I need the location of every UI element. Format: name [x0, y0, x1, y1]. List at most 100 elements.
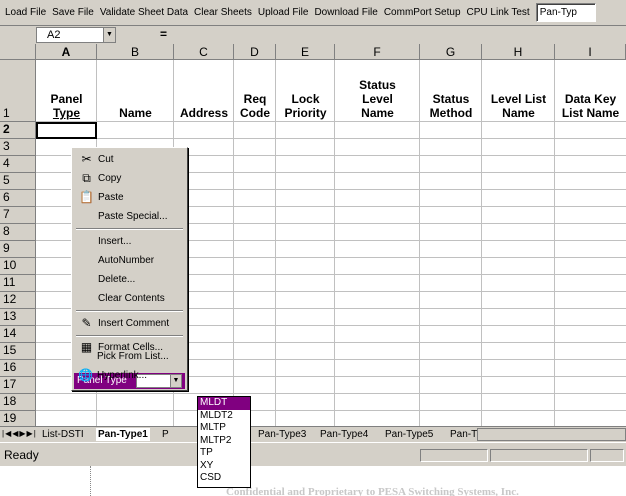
menu-item-pick-from-list[interactable]: Pick From List... — [73, 347, 184, 366]
header-line: Data Key — [564, 92, 617, 106]
save-file-button[interactable]: Save File — [49, 4, 97, 22]
menu-item-paste-special[interactable]: Paste Special... — [74, 207, 185, 226]
menu-item-paste[interactable]: 📋 Paste — [74, 188, 185, 207]
menu-item-cut[interactable]: ✂ Cut — [74, 150, 185, 169]
header-cell-status-method[interactable]: Status Method — [420, 60, 482, 122]
column-header-d[interactable]: D — [234, 44, 276, 60]
menu-item-copy[interactable]: ⧉ Copy — [74, 169, 185, 188]
column-header-e[interactable]: E — [276, 44, 335, 60]
header-cell-data-key-list-name[interactable]: Data Key List Name — [555, 60, 626, 122]
active-cell-a2[interactable] — [36, 122, 97, 139]
menu-item-delete[interactable]: Delete... — [74, 270, 185, 289]
header-line: Method — [429, 106, 473, 120]
tab-pan-type5[interactable]: Pan-Type5 — [383, 428, 435, 441]
menu-item-insert-comment[interactable]: ✎ Insert Comment — [74, 314, 185, 333]
row-header-12[interactable]: 12 — [0, 292, 36, 309]
dropdown-option[interactable]: MLDT — [198, 397, 250, 410]
status-panel — [420, 449, 488, 462]
menu-item-clear-contents[interactable]: Clear Contents — [74, 289, 185, 308]
header-cell-req-code[interactable]: Req Code — [234, 60, 276, 122]
column-header-h[interactable]: H — [482, 44, 555, 60]
status-panel — [490, 449, 588, 462]
column-header-c[interactable]: C — [174, 44, 234, 60]
header-cell-address[interactable]: Address — [174, 60, 234, 122]
row-header-16[interactable]: 16 — [0, 360, 36, 377]
header-line: Address — [179, 106, 229, 120]
scissors-icon: ✂ — [81, 152, 92, 166]
row-header-10[interactable]: 10 — [0, 258, 36, 275]
row-header-11[interactable]: 11 — [0, 275, 36, 292]
menu-item-hyperlink[interactable]: 🌐 Hyperlink... — [73, 366, 184, 385]
row-header-2[interactable]: 2 — [0, 122, 36, 139]
row-header-5[interactable]: 5 — [0, 173, 36, 190]
menu-item-label: Paste — [98, 192, 124, 203]
panel-type-dropdown-list[interactable]: MLDT MLDT2 MLTP MLTP2 TP XY CSD — [197, 396, 251, 488]
tab-pan-type2[interactable]: P — [160, 428, 171, 441]
header-line: Status — [432, 92, 470, 106]
cpu-link-test-button[interactable]: CPU Link Test — [464, 4, 533, 22]
column-header-b[interactable]: B — [97, 44, 174, 60]
menu-item-label: Insert Comment — [98, 318, 170, 329]
dropdown-option[interactable]: MLDT2 — [198, 410, 250, 423]
column-header-i[interactable]: I — [555, 44, 626, 60]
formula-bar: A2 ▼ = — [0, 26, 626, 44]
dropdown-option[interactable]: MLTP2 — [198, 435, 250, 448]
row-header-17[interactable]: 17 — [0, 377, 36, 394]
header-cell-lock-priority[interactable]: Lock Priority — [276, 60, 335, 122]
dropdown-option[interactable]: XY — [198, 460, 250, 473]
row-header-14[interactable]: 14 — [0, 326, 36, 343]
copy-icon: ⧉ — [82, 171, 91, 185]
panel-type-combo[interactable]: Pan-Typ — [535, 3, 596, 22]
tab-pan-type3[interactable]: Pan-Type3 — [256, 428, 308, 441]
header-cell-panel-type[interactable]: Panel Type — [36, 60, 97, 122]
row-header-18[interactable]: 18 — [0, 394, 36, 411]
row-header-8[interactable]: 8 — [0, 224, 36, 241]
commport-setup-button[interactable]: CommPort Setup — [381, 4, 464, 22]
grid-line — [36, 410, 626, 411]
formula-equals-sign[interactable]: = — [160, 27, 167, 41]
dropdown-option[interactable]: MLTP — [198, 422, 250, 435]
header-cell-level-list-name[interactable]: Level List Name — [482, 60, 555, 122]
column-header-a[interactable]: A — [36, 44, 97, 60]
dropdown-option[interactable]: CSD — [198, 472, 250, 485]
grid-line — [36, 138, 626, 139]
load-file-button[interactable]: Load File — [2, 4, 49, 22]
row-header-3[interactable]: 3 — [0, 139, 36, 156]
select-all-corner[interactable] — [0, 44, 36, 60]
status-panel — [590, 449, 624, 462]
row-header-1[interactable]: 1 — [0, 60, 36, 122]
row-header-13[interactable]: 13 — [0, 309, 36, 326]
hyperlink-icon: 🌐 — [78, 368, 93, 382]
dropdown-option[interactable]: TP — [198, 447, 250, 460]
row-header-4[interactable]: 4 — [0, 156, 36, 173]
header-cell-name[interactable]: Name — [97, 60, 174, 122]
custom-toolbar: Load File Save File Validate Sheet Data … — [0, 0, 626, 26]
sheet-tabs-bar: |◀◀▶▶| List-DSTI Pan-Type1 P Pan-Type3 P… — [0, 426, 626, 442]
name-box[interactable]: A2 ▼ — [36, 27, 116, 43]
header-line: Panel — [50, 92, 83, 106]
tab-pan-type1[interactable]: Pan-Type1 — [96, 428, 150, 441]
row-header-7[interactable]: 7 — [0, 207, 36, 224]
row-header-9[interactable]: 9 — [0, 241, 36, 258]
column-header-f[interactable]: F — [335, 44, 420, 60]
tab-pan-type4[interactable]: Pan-Type4 — [318, 428, 370, 441]
menu-item-label: Insert... — [98, 236, 132, 247]
upload-file-button[interactable]: Upload File — [255, 4, 312, 22]
tab-pan-t[interactable]: Pan-T — [448, 428, 479, 441]
column-header-g[interactable]: G — [420, 44, 482, 60]
download-file-button[interactable]: Download File — [311, 4, 380, 22]
validate-sheet-data-button[interactable]: Validate Sheet Data — [97, 4, 191, 22]
header-cell-status-level-name[interactable]: Status Level Name — [335, 60, 420, 122]
chevron-down-icon[interactable]: ▼ — [103, 28, 115, 42]
horizontal-scrollbar[interactable] — [477, 428, 626, 441]
menu-item-insert[interactable]: Insert... — [74, 232, 185, 251]
clear-sheets-button[interactable]: Clear Sheets — [191, 4, 255, 22]
row-header-6[interactable]: 6 — [0, 190, 36, 207]
tab-scroll-buttons[interactable]: |◀◀▶▶| — [2, 429, 37, 438]
tab-list-dsti[interactable]: List-DSTI — [40, 428, 86, 441]
row-header-15[interactable]: 15 — [0, 343, 36, 360]
row-header-19[interactable]: 19 — [0, 411, 36, 426]
menu-item-autonumber[interactable]: AutoNumber — [74, 251, 185, 270]
menu-item-label: AutoNumber — [98, 255, 155, 266]
header-line: Status — [359, 78, 396, 92]
